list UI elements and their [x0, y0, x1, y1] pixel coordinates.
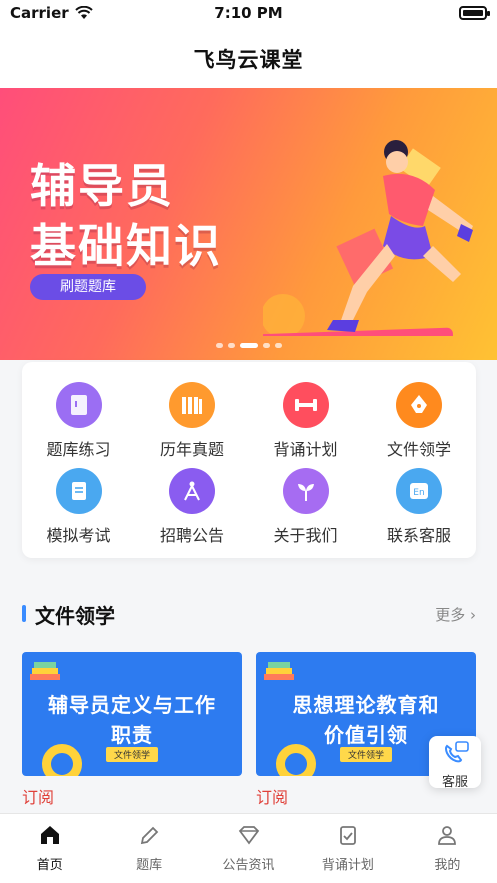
grid-item-label: 题库练习 [46, 440, 111, 459]
doc-card-title-line2: 职责 [111, 723, 153, 747]
grid-item[interactable]: 历年真题 [136, 382, 249, 462]
more-link-label: 更多 [435, 606, 466, 624]
pager-dot[interactable] [227, 343, 235, 348]
books-icon [30, 662, 60, 680]
pager-dot[interactable] [215, 343, 223, 348]
banner-pager[interactable] [0, 343, 497, 348]
compass-icon [169, 468, 215, 514]
grid-item-label: 历年真题 [159, 440, 224, 459]
translate-icon: En [396, 468, 442, 514]
pager-dot[interactable] [239, 343, 258, 348]
grid-item[interactable]: 题库练习 [22, 382, 135, 462]
banner-heading-line2: 基础知识 [30, 219, 222, 273]
pen-nib-icon [396, 382, 442, 428]
tab-label: 我的 [434, 858, 461, 873]
more-link[interactable]: 更多 › [435, 604, 476, 625]
doc-card[interactable]: 辅导员定义与工作 职责 文件领学 订阅 [22, 652, 242, 822]
tab-label: 背诵计划 [321, 858, 374, 873]
pager-dot[interactable] [274, 343, 282, 348]
tab-item[interactable]: 首页 [0, 814, 99, 883]
grid-item-label: 联系客服 [386, 526, 451, 545]
grid-item-label: 招聘公告 [159, 526, 224, 545]
grid-item[interactable]: 模拟考试 [22, 468, 135, 548]
tab-item[interactable]: 题库 [99, 814, 198, 883]
customer-service-label: 客服 [441, 775, 468, 790]
doc-card-tag: 文件领学 [339, 747, 393, 762]
tab-item[interactable]: 背诵计划 [298, 814, 397, 883]
grid-item[interactable]: 关于我们 [249, 468, 362, 548]
grid-item[interactable]: 文件领学 [363, 382, 476, 462]
doc-card-thumbnail: 辅导员定义与工作 职责 文件领学 [22, 652, 242, 776]
tab-bar: 首页 题库 公告资讯 背诵计划 我的 [0, 813, 497, 883]
tab-label: 题库 [136, 858, 163, 873]
bookshelf-icon [169, 382, 215, 428]
grid-item[interactable]: En 联系客服 [363, 468, 476, 548]
banner-heading-line1: 辅导员 [30, 159, 174, 213]
user-icon [398, 824, 497, 850]
chevron-right-icon: › [470, 606, 476, 624]
books-icon [264, 662, 294, 680]
status-bar: Carrier 7:10 PM [0, 0, 497, 30]
svg-text:En: En [413, 488, 424, 498]
home-icon [0, 824, 99, 850]
grid-item-label: 背诵计划 [273, 440, 338, 459]
feature-grid: 题库练习 历年真题 背诵计划 文件领学模拟考试 招聘公告 关于我们 En 联系客服 [22, 362, 476, 558]
grid-item-label: 关于我们 [273, 526, 338, 545]
doc-card-title-line1: 思想理论教育和 [292, 693, 440, 717]
dumbbell-icon [282, 382, 329, 428]
scroll-icon [55, 468, 102, 514]
status-time: 7:10 PM [214, 4, 283, 22]
nav-bar: 飞鸟云课堂 [0, 30, 497, 88]
banner-button[interactable]: 刷题题库 [30, 274, 146, 300]
pencil-icon [99, 824, 198, 850]
section-header: 文件领学 更多 › [22, 598, 476, 628]
promo-banner[interactable]: 辅导员 基础知识 刷题题库 [0, 88, 497, 360]
tab-label: 首页 [36, 858, 63, 873]
sprout-icon [282, 468, 329, 514]
tab-item[interactable]: 公告资讯 [199, 814, 298, 883]
customer-service-button[interactable]: 客服 [429, 736, 481, 790]
diamond-icon [199, 824, 298, 850]
grid-item-label: 模拟考试 [46, 526, 111, 545]
phone-chat-icon [445, 741, 469, 763]
grid-item[interactable]: 招聘公告 [136, 468, 249, 548]
doc-card-title: 辅导员定义与工作 职责 [22, 690, 242, 750]
grid-item-label: 文件领学 [386, 440, 451, 459]
tab-label: 公告资讯 [222, 858, 275, 873]
doc-card-title-line1: 辅导员定义与工作 [48, 693, 216, 717]
section-title: 文件领学 [35, 604, 115, 628]
grid-item[interactable]: 背诵计划 [249, 382, 362, 462]
battery-icon [459, 6, 490, 20]
runner-illustration [263, 140, 473, 336]
book-icon [55, 382, 102, 428]
subscribe-link[interactable]: 订阅 [22, 784, 242, 808]
doc-card-tag: 文件领学 [105, 747, 159, 762]
page-title: 飞鸟云课堂 [193, 48, 304, 72]
tab-item[interactable]: 我的 [398, 814, 497, 883]
pager-dot[interactable] [262, 343, 270, 348]
section-accent-bar [22, 605, 26, 622]
clipboard-check-icon [298, 824, 397, 850]
